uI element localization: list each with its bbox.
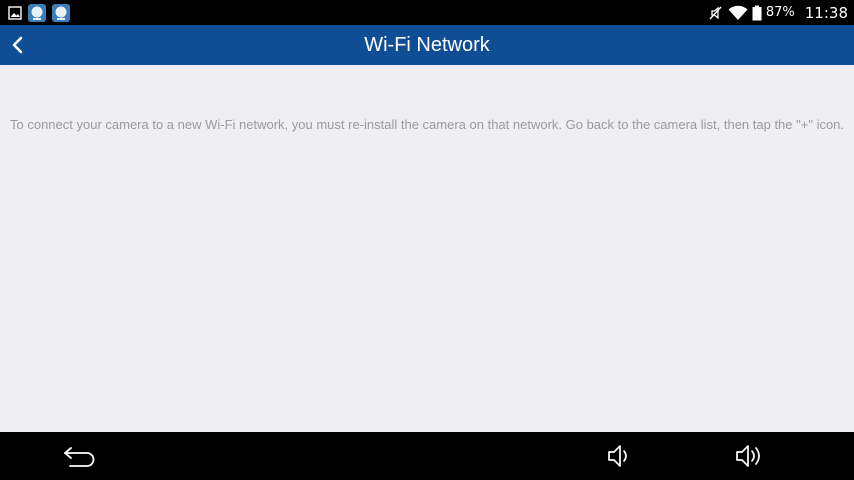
page-title: Wi-Fi Network	[364, 34, 490, 56]
battery-icon	[752, 5, 762, 20]
back-arrow-icon	[64, 447, 95, 467]
mute-icon	[709, 6, 722, 19]
navigation-bar	[0, 432, 854, 480]
wifi-icon	[728, 5, 748, 20]
system-status-area: 87% 11:38	[708, 0, 848, 25]
volume-down-button[interactable]	[600, 440, 640, 472]
volume-up-icon	[736, 445, 760, 467]
content-area: To connect your camera to a new Wi-Fi ne…	[0, 65, 854, 432]
battery-percentage: 87%	[765, 5, 795, 20]
chevron-left-icon	[12, 36, 23, 54]
notification-area	[8, 3, 70, 22]
gallery-icon	[8, 5, 22, 20]
back-button[interactable]	[4, 29, 32, 61]
info-message: To connect your camera to a new Wi-Fi ne…	[10, 117, 845, 132]
app-bar: Wi-Fi Network	[0, 25, 854, 65]
app-notification-icon	[28, 3, 46, 22]
volume-up-button[interactable]	[728, 440, 772, 472]
nav-back-button[interactable]	[58, 440, 102, 472]
clock: 11:38	[804, 3, 848, 22]
app-notification-icon	[52, 3, 70, 22]
volume-down-icon	[608, 445, 627, 467]
status-bar: 87% 11:38	[0, 0, 854, 25]
